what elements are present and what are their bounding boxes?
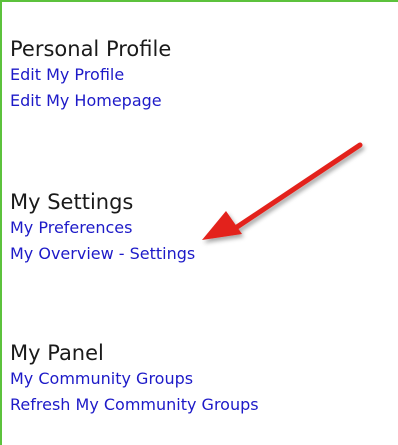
personal-profile-heading: Personal Profile (10, 37, 172, 61)
refresh-my-community-groups-link[interactable]: Refresh My Community Groups (10, 392, 259, 418)
personal-profile-section: Personal Profile Edit My Profile Edit My… (10, 36, 171, 114)
my-panel-section: My Panel My Community Groups Refresh My … (10, 340, 259, 418)
my-settings-heading: My Settings (10, 190, 134, 214)
my-settings-section: My Settings My Preferences My Overview -… (10, 189, 195, 267)
my-overview-settings-link[interactable]: My Overview - Settings (10, 241, 195, 267)
sidebar-panel: Personal Profile Edit My Profile Edit My… (0, 0, 398, 445)
my-panel-heading: My Panel (10, 341, 104, 365)
edit-my-profile-link[interactable]: Edit My Profile (10, 62, 171, 88)
edit-my-homepage-link[interactable]: Edit My Homepage (10, 88, 171, 114)
my-community-groups-link[interactable]: My Community Groups (10, 366, 259, 392)
my-preferences-link[interactable]: My Preferences (10, 215, 195, 241)
